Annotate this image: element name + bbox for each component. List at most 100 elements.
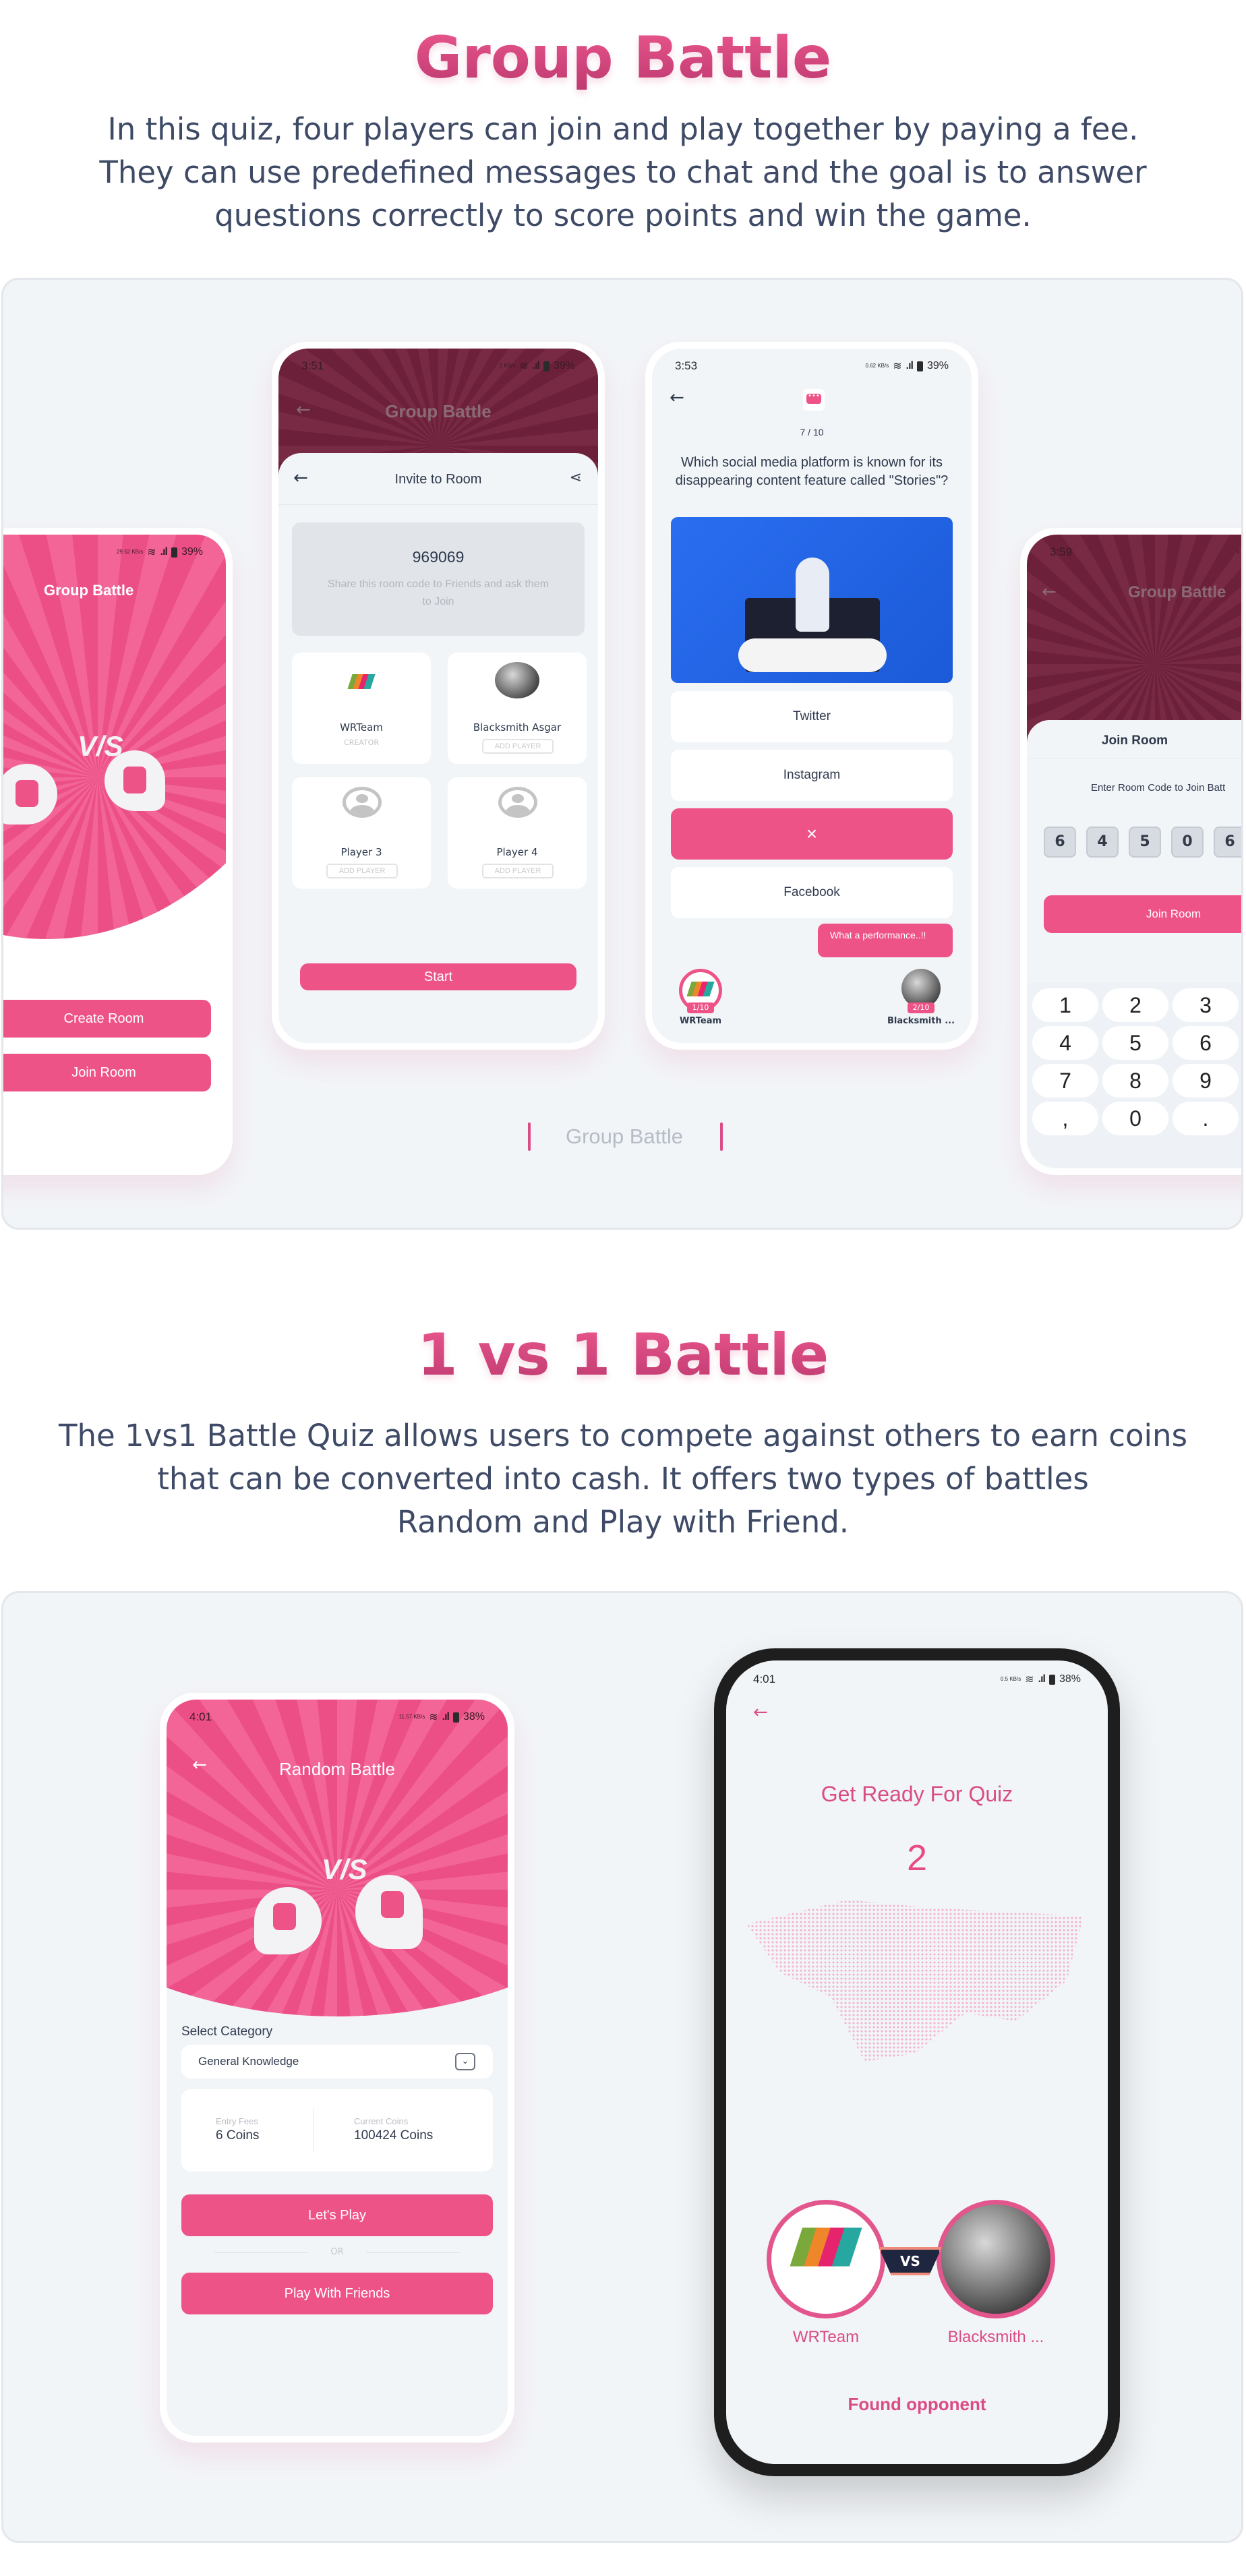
- get-ready-title: Get Ready For Quiz: [821, 1782, 1013, 1806]
- group-battle-heading: Group Battle: [0, 24, 1246, 92]
- header-title: Group Battle: [385, 401, 492, 421]
- answer-option-2[interactable]: Instagram: [671, 750, 953, 801]
- player-name: WRTeam: [340, 721, 383, 733]
- join-room-button[interactable]: Join Room: [1044, 895, 1241, 933]
- player-right-score: 2/10: [908, 1002, 934, 1013]
- start-button[interactable]: Start: [300, 963, 576, 990]
- player-card-2: Blacksmith Asgar ADD PLAYER: [448, 653, 587, 764]
- key-4[interactable]: 4: [1032, 1026, 1098, 1060]
- join-room-sheet: Join Room Enter Room Code to Join Batt 6…: [1027, 720, 1241, 1168]
- player-right-name: Blacksmith ...: [887, 1016, 955, 1026]
- join-room-button[interactable]: Join Room: [3, 1054, 211, 1091]
- chat-button[interactable]: •••: [803, 389, 825, 411]
- countdown-number: 2: [906, 1838, 928, 1878]
- status-bar: 3:59 0.31 KB/s: [1050, 545, 1241, 558]
- key-5[interactable]: 5: [1102, 1026, 1168, 1060]
- default-avatar-icon: [343, 787, 382, 818]
- player-left-avatar: [767, 2200, 885, 2318]
- fist-flame-icon-right: [355, 1875, 423, 1949]
- one-vs-one-showcase-panel: 4:01 11.57 KB/s ≋ .ıl 38% ← Random Battle V…: [1, 1591, 1243, 2543]
- key-9[interactable]: 9: [1173, 1064, 1239, 1098]
- wifi-icon: ≋: [893, 361, 902, 372]
- room-code-card: 969069 Share this room code to Friends a…: [292, 522, 585, 636]
- or-divider-right: [366, 2252, 461, 2253]
- add-player-button[interactable]: ADD PLAYER: [482, 864, 554, 878]
- code-digit-5[interactable]: 6: [1214, 827, 1241, 858]
- key-3[interactable]: 3: [1173, 988, 1239, 1022]
- code-digit-3[interactable]: 5: [1129, 827, 1161, 858]
- signal-icon: .ıl: [160, 546, 168, 558]
- play-with-friends-button[interactable]: Play With Friends: [181, 2273, 493, 2314]
- player-name: Player 3: [340, 846, 382, 858]
- vs-badge: VS: [879, 2247, 942, 2275]
- key-2[interactable]: 2: [1102, 988, 1168, 1022]
- key-1[interactable]: 1: [1032, 988, 1098, 1022]
- found-opponent-status: Found opponent: [848, 2394, 986, 2414]
- question-text: Which social media platform is known for…: [675, 455, 949, 488]
- divider: [278, 504, 598, 505]
- world-map-illustration: [746, 1900, 1084, 2062]
- entry-fees-value: 6 Coins: [216, 2128, 260, 2143]
- key-7[interactable]: 7: [1032, 1064, 1098, 1098]
- category-dropdown[interactable]: General Knowledge ⌄: [181, 2045, 493, 2078]
- lets-play-button[interactable]: Let's Play: [181, 2194, 493, 2236]
- fist-flame-icon-right: [105, 750, 165, 811]
- code-digit-1[interactable]: 6: [1044, 827, 1076, 858]
- code-digit-2[interactable]: 4: [1086, 827, 1119, 858]
- group-battle-description: In this quiz, four players can join and …: [99, 111, 1147, 233]
- signal-icon: .ıl: [442, 1711, 450, 1723]
- category-value: General Knowledge: [198, 2055, 299, 2068]
- room-code[interactable]: 969069: [292, 548, 585, 566]
- battery-icon: [171, 547, 177, 558]
- back-arrow-icon[interactable]: ←: [670, 388, 684, 408]
- add-player-button[interactable]: ADD PLAYER: [326, 864, 398, 878]
- battery-icon: [543, 361, 550, 371]
- player-card-4: Player 4 ADD PLAYER: [448, 777, 587, 889]
- add-player-button[interactable]: ADD PLAYER: [482, 739, 554, 754]
- question-image: [671, 517, 953, 683]
- share-icon[interactable]: ⋖: [570, 469, 582, 486]
- sheet-title: Join Room: [1101, 733, 1168, 748]
- code-digit-4[interactable]: 0: [1171, 827, 1204, 858]
- answer-option-3-wrong[interactable]: ×: [671, 808, 953, 860]
- phone-invite-to-room: 3:51 1 KB/s ≋ .ıl 39% ← Group Battle ← Invi…: [272, 342, 605, 1050]
- back-arrow-icon[interactable]: ←: [753, 1702, 768, 1723]
- player-right-avatar: [937, 2200, 1055, 2318]
- key-6[interactable]: 6: [1173, 1026, 1239, 1060]
- fist-flame-icon-left: [254, 1887, 322, 1954]
- key-8[interactable]: 8: [1102, 1064, 1168, 1098]
- wifi-icon: ≋: [519, 361, 529, 372]
- status-bar: 3:51 1 KB/s ≋ .ıl 39%: [301, 359, 575, 372]
- back-arrow-icon[interactable]: ←: [1042, 582, 1057, 602]
- player-left-score: 1/10: [687, 1002, 714, 1013]
- invite-bottom-sheet: ← Invite to Room ⋖ 969069 Share this roo…: [278, 453, 598, 1043]
- coins-info-card: Entry Fees 6 Coins Current Coins 100424 …: [181, 2089, 493, 2171]
- one-vs-one-heading: 1 vs 1 Battle: [0, 1321, 1246, 1389]
- answer-option-4[interactable]: Facebook: [671, 867, 953, 918]
- chat-bubble: What a performance..!!: [818, 924, 953, 957]
- answer-option-1[interactable]: Twitter: [671, 691, 953, 742]
- group-battle-showcase-panel: 29.52 KB/s ≋ .ıl 39% Group Battle V/S Creat…: [1, 278, 1243, 1230]
- chevron-down-icon[interactable]: ⌄: [455, 2053, 475, 2070]
- battery-icon: [452, 1712, 459, 1723]
- one-vs-one-description: The 1vs1 Battle Quiz allows users to com…: [58, 1418, 1188, 1540]
- section-caption: Group Battle: [565, 1125, 684, 1148]
- player-name: Player 4: [496, 846, 538, 858]
- cloud-illustration: [738, 638, 887, 672]
- player-card-3: Player 3 ADD PLAYER: [292, 777, 431, 889]
- rocket-illustration: [796, 558, 829, 632]
- player-right-name: Blacksmith ...: [947, 2328, 1044, 2346]
- screen-title: Group Battle: [44, 582, 134, 599]
- player-name: Blacksmith Asgar: [473, 721, 562, 733]
- player-left-name: WRTeam: [792, 2328, 860, 2346]
- wifi-icon: ≋: [1025, 1674, 1034, 1685]
- room-code-prompt: Enter Room Code to Join Batt: [1091, 782, 1226, 793]
- player-role: CREATOR: [344, 738, 379, 747]
- phone-join-room: 3:59 0.31 KB/s ← Group Battle Join Room …: [1020, 528, 1241, 1175]
- share-hint: Share this room code to Friends and ask …: [327, 578, 550, 607]
- screen-title: Random Battle: [279, 1759, 395, 1779]
- create-room-button[interactable]: Create Room: [3, 1000, 211, 1038]
- phone-group-battle-home: 29.52 KB/s ≋ .ıl 39% Group Battle V/S Creat…: [3, 528, 233, 1175]
- player-left-name: WRTeam: [679, 1016, 722, 1026]
- battery-icon: [1048, 1674, 1055, 1685]
